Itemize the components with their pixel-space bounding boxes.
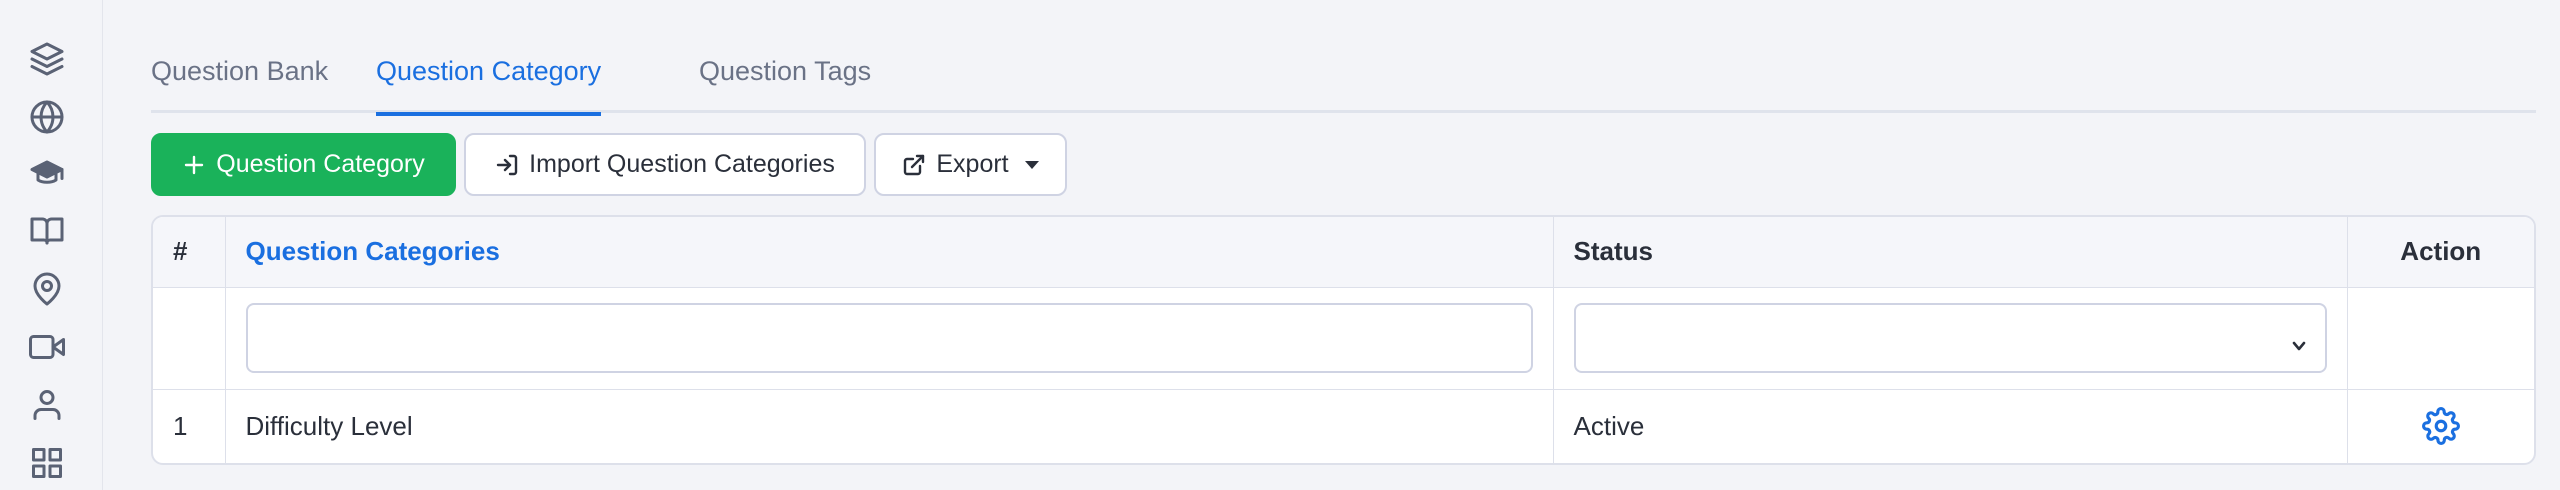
row-status: Active xyxy=(1553,389,2348,463)
export-button-label: Export xyxy=(936,150,1009,178)
import-button-label: Import Question Categories xyxy=(529,150,835,178)
tab-question-category[interactable]: Question Category xyxy=(376,56,602,116)
filter-cell-category xyxy=(225,287,1554,390)
export-dropdown-button[interactable]: Export xyxy=(874,133,1067,196)
plus-icon xyxy=(185,155,204,174)
add-button-label: Question Category xyxy=(216,150,425,178)
caret-down-icon xyxy=(1024,160,1039,169)
tab-question-bank[interactable]: Question Bank xyxy=(151,56,328,113)
layers-icon[interactable] xyxy=(29,41,65,77)
column-header-status: Status xyxy=(1553,217,2348,288)
gear-icon[interactable] xyxy=(2421,407,2460,446)
tab-question-tags[interactable]: Question Tags xyxy=(699,56,871,113)
import-question-categories-button[interactable]: Import Question Categories xyxy=(464,133,866,196)
globe-icon[interactable] xyxy=(29,99,65,135)
map-pin-icon[interactable] xyxy=(29,271,65,307)
categories-table: # Question Categories Status Action 1 Di… xyxy=(151,215,2536,465)
filter-cell-status xyxy=(1553,287,2348,390)
row-index: 1 xyxy=(153,389,226,463)
status-filter-select[interactable] xyxy=(1573,303,2327,373)
book-icon[interactable] xyxy=(29,213,65,249)
video-icon[interactable] xyxy=(29,329,65,365)
tab-bar: Question Bank Question Category Question… xyxy=(151,0,2536,116)
table-row: 1 Difficulty Level Active xyxy=(153,389,2534,463)
table-header-row: # Question Categories Status Action xyxy=(153,217,2534,288)
chevron-down-icon xyxy=(2291,330,2307,351)
filter-cell-action xyxy=(2347,287,2534,390)
add-question-category-button[interactable]: Question Category xyxy=(151,133,456,196)
external-link-icon xyxy=(904,154,925,175)
main-content: Question Bank Question Category Question… xyxy=(103,0,2560,490)
row-action xyxy=(2347,389,2534,463)
sidebar xyxy=(0,0,103,490)
sign-in-icon xyxy=(496,154,518,175)
grid-icon[interactable] xyxy=(29,445,65,481)
filter-row xyxy=(153,287,2534,390)
column-header-action: Action xyxy=(2347,217,2534,288)
column-header-index: # xyxy=(153,217,226,288)
user-icon[interactable] xyxy=(29,387,65,423)
category-filter-input[interactable] xyxy=(245,303,1533,373)
column-header-question-categories[interactable]: Question Categories xyxy=(225,217,1554,288)
filter-cell-empty xyxy=(153,287,226,390)
row-category-name: Difficulty Level xyxy=(225,389,1554,463)
graduation-cap-icon[interactable] xyxy=(29,156,65,192)
